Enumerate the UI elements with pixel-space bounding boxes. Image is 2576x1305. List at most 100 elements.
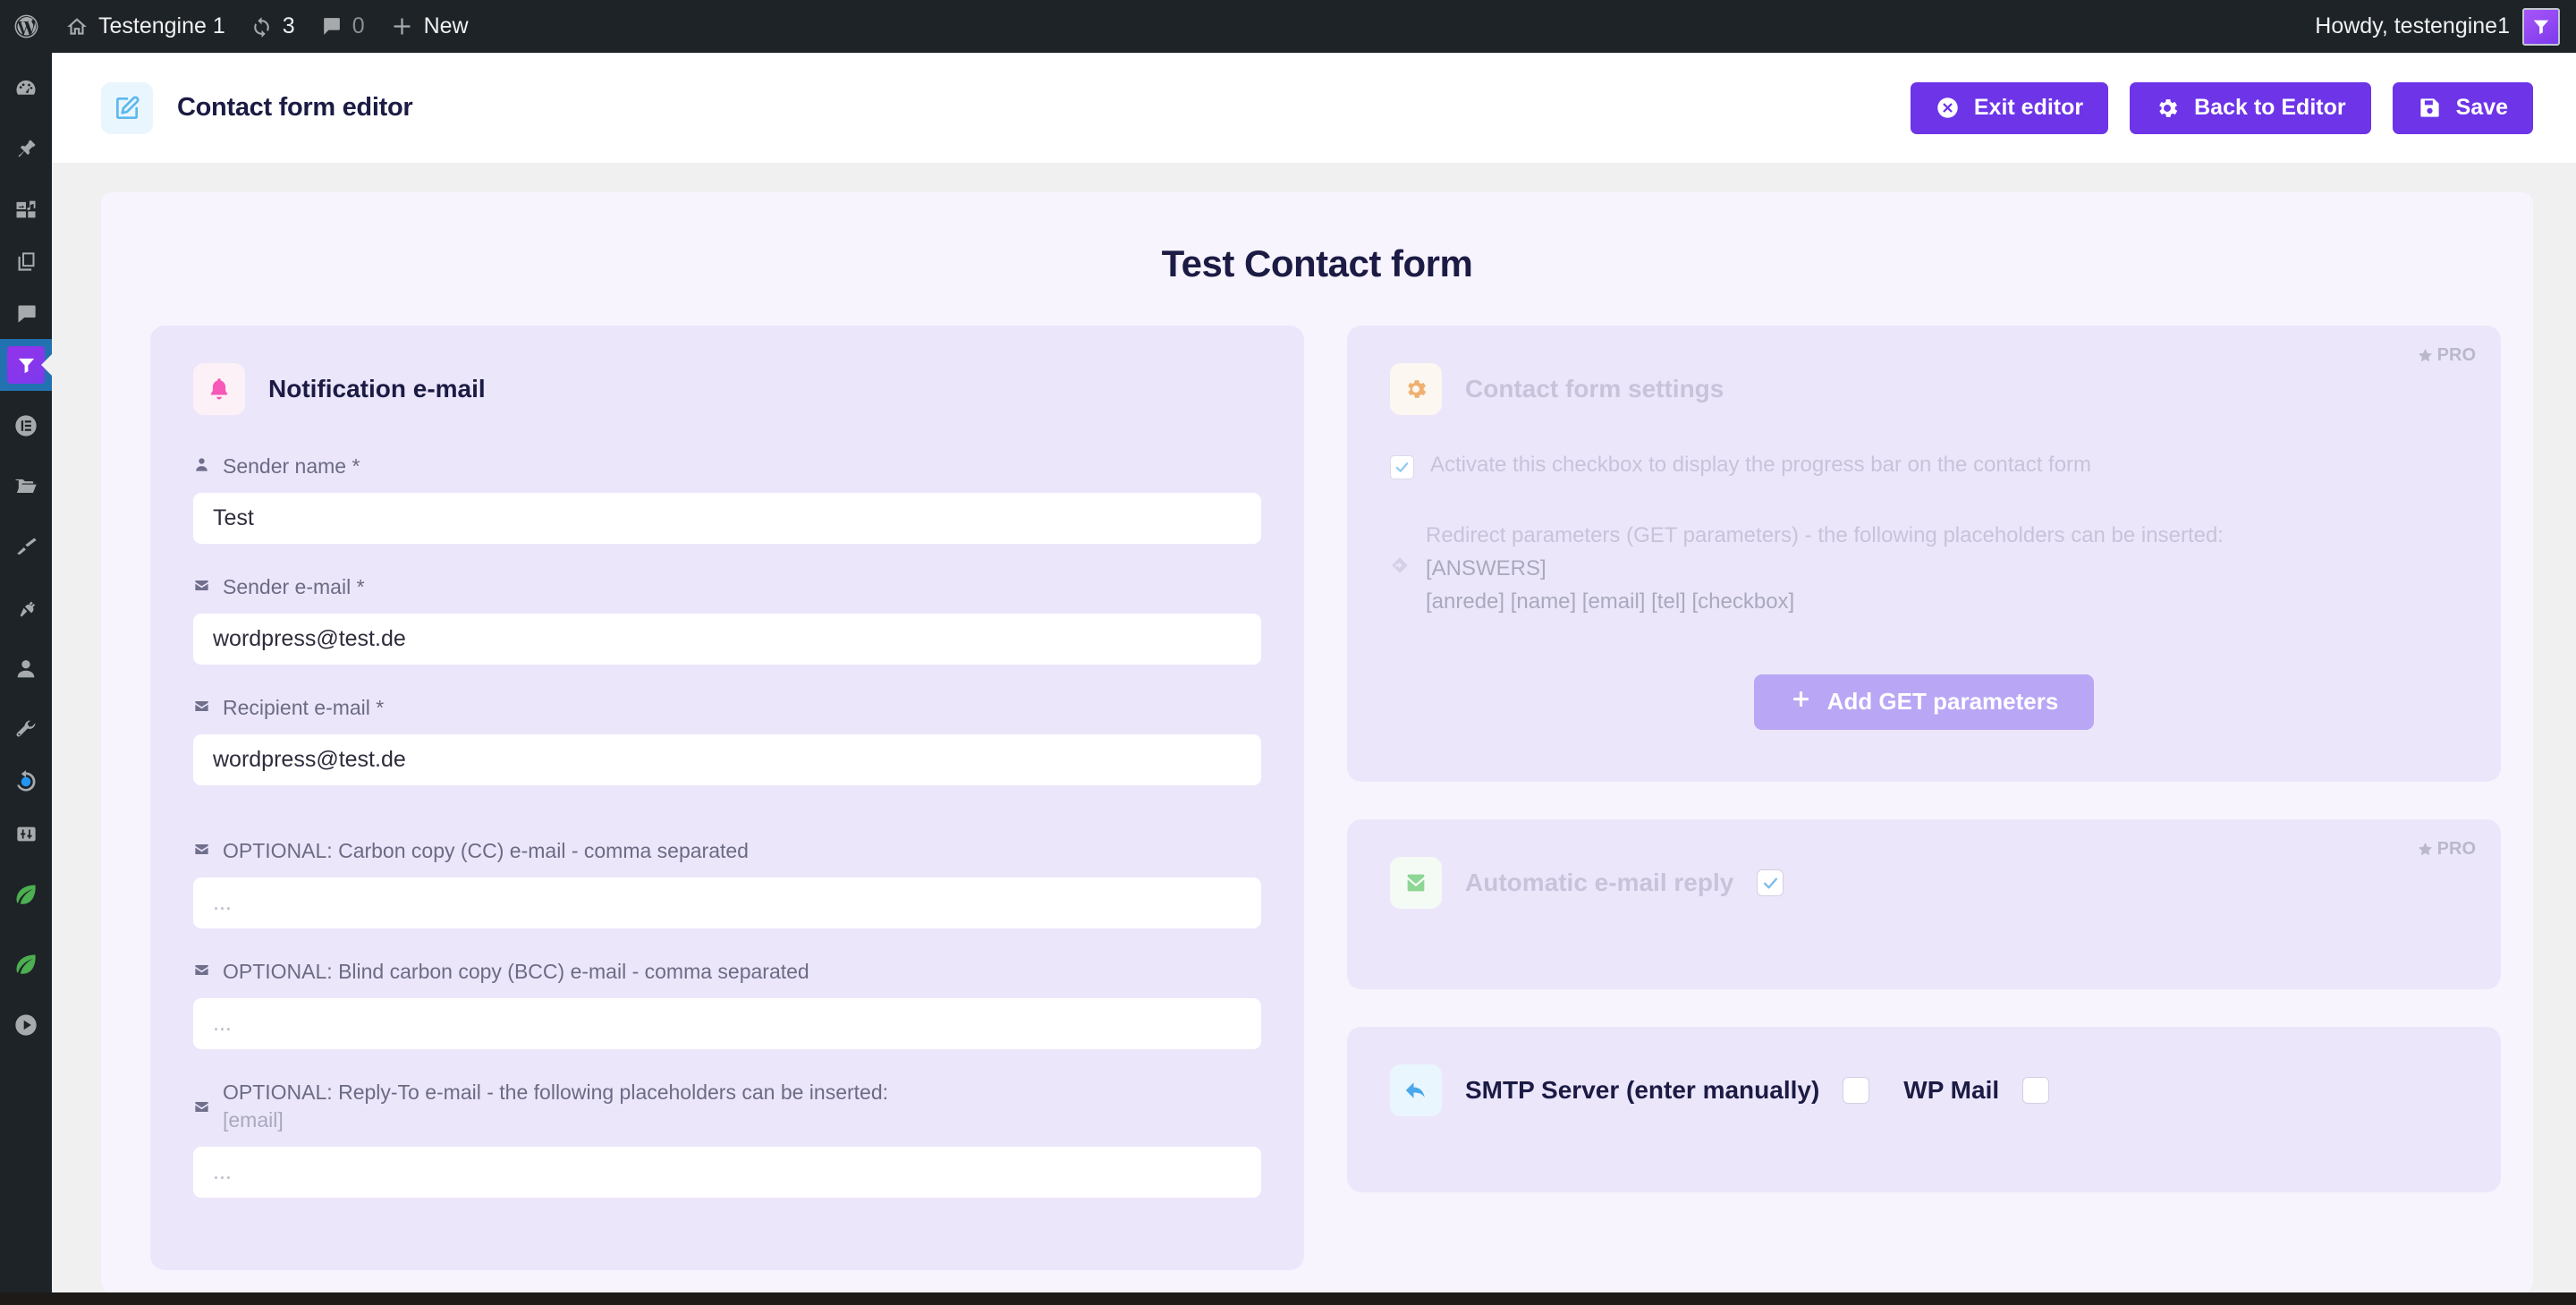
sender-name-input[interactable] <box>193 493 1261 545</box>
auto-reply-checkbox[interactable] <box>1757 869 1784 896</box>
comment-icon <box>14 301 38 326</box>
plugin-header-bar: Contact form editor Exit editor Back to … <box>52 53 2576 163</box>
sidebar-item-plugins[interactable] <box>0 582 52 634</box>
sidebar-item-folders[interactable] <box>0 461 52 513</box>
sender-email-input[interactable] <box>193 614 1261 665</box>
reply-to-placeholder-hint: [email] <box>223 1108 284 1132</box>
wp-mail-label: WP Mail <box>1903 1076 2000 1104</box>
wp-admin-bar: Testengine 1 3 0 New Howdy, testengine1 <box>0 0 2576 53</box>
editor-canvas: Test Contact form Notification e-mail Se… <box>101 192 2533 1292</box>
field-reply-to-email: OPTIONAL: Reply-To e-mail - the followin… <box>193 1079 1261 1199</box>
editor-columns: Notification e-mail Sender name * Test S… <box>101 285 2533 1271</box>
sidebar-item-leaf-plugin-1[interactable] <box>0 860 52 929</box>
wp-admin-sidebar[interactable] <box>0 53 52 1305</box>
page-title: Contact form editor <box>177 93 413 122</box>
pin-icon <box>14 137 38 161</box>
back-to-editor-button[interactable]: Back to Editor <box>2130 81 2371 134</box>
sidebar-item-dashboard[interactable] <box>0 62 52 114</box>
envelope-icon <box>193 1098 210 1115</box>
sliders-icon <box>14 822 38 846</box>
sidebar-item-media[interactable] <box>0 183 52 235</box>
recipient-email-input[interactable] <box>193 734 1261 786</box>
play-circle-icon <box>13 1013 38 1038</box>
updates-icon <box>250 15 273 38</box>
smtp-server-panel: SMTP Server (enter manually) WP Mail <box>1347 1027 2501 1192</box>
redirect-placeholder-answers: [ANSWERS] <box>1426 556 1546 581</box>
smtp-checkbox[interactable] <box>1843 1077 1870 1104</box>
field-bcc-email: OPTIONAL: Blind carbon copy (BCC) e-mail… <box>193 958 1261 1050</box>
field-sender-name: Sender name * <box>193 453 1261 545</box>
sidebar-item-leaf-plugin-2[interactable] <box>0 929 52 999</box>
wp-mail-checkbox[interactable] <box>2022 1077 2050 1104</box>
field-cc-email-label: OPTIONAL: Carbon copy (CC) e-mail - comm… <box>193 837 1261 865</box>
screen-bottom-edge <box>0 1292 2576 1305</box>
progress-bar-checkbox[interactable] <box>1390 455 1414 479</box>
contact-form-title: Test Contact form <box>1161 242 1473 284</box>
bcc-email-input[interactable] <box>193 998 1261 1050</box>
media-icon <box>13 197 38 222</box>
sidebar-item-updates[interactable] <box>0 756 52 808</box>
adminbar-comments[interactable]: 0 <box>308 0 377 53</box>
reply-to-email-input[interactable] <box>193 1147 1261 1199</box>
contact-form-settings-panel: PRO Contact form settings Activate this … <box>1347 326 2501 782</box>
auto-reply-header: Automatic e-mail reply <box>1390 857 2458 909</box>
gear-icon <box>2155 96 2180 121</box>
funnel-avatar-icon[interactable] <box>2522 7 2560 46</box>
pro-badge-label: PRO <box>2436 839 2476 859</box>
auto-reply-title: Automatic e-mail reply <box>1465 869 1734 896</box>
bell-icon <box>193 363 245 415</box>
envelope-icon <box>193 698 210 715</box>
smtp-title: SMTP Server (enter manually) <box>1465 1076 1820 1104</box>
star-icon <box>2417 347 2434 364</box>
field-reply-to-email-label: OPTIONAL: Reply-To e-mail - the followin… <box>193 1079 1261 1134</box>
sidebar-item-users[interactable] <box>0 634 52 704</box>
wp-body: Contact form editor Exit editor Back to … <box>52 53 2576 1292</box>
adminbar-site-name-label: Testengine 1 <box>98 13 225 38</box>
sidebar-item-tools[interactable] <box>0 704 52 756</box>
adminbar-new-label: New <box>423 13 469 38</box>
sidebar-item-media-player-plugin[interactable] <box>0 999 52 1051</box>
right-column: PRO Contact form settings Activate this … <box>1347 326 2501 1270</box>
sidebar-item-posts[interactable] <box>0 114 52 183</box>
save-button[interactable]: Save <box>2392 81 2533 134</box>
close-circle-icon <box>1936 96 1960 120</box>
field-sender-email-label: Sender e-mail * <box>193 573 1261 601</box>
sidebar-item-pages[interactable] <box>0 235 52 287</box>
cc-email-input[interactable] <box>193 877 1261 929</box>
envelope-icon <box>193 962 210 979</box>
pro-badge: PRO <box>2417 345 2476 366</box>
pro-badge-label: PRO <box>2436 345 2476 365</box>
notification-panel-header: Notification e-mail <box>193 363 1261 415</box>
add-get-parameters-button[interactable]: Add GET parameters <box>1753 674 2095 730</box>
adminbar-site-name[interactable]: Testengine 1 <box>53 0 238 53</box>
sidebar-item-appearance[interactable] <box>0 513 52 582</box>
left-column: Notification e-mail Sender name * Test S… <box>150 326 1304 1271</box>
adminbar-howdy-label: Howdy, testengine1 <box>2315 13 2510 38</box>
progress-bar-checkbox-row[interactable]: Activate this checkbox to display the pr… <box>1390 453 2458 479</box>
sidebar-item-elementor[interactable] <box>0 391 52 461</box>
adminbar-new-content[interactable]: New <box>377 0 481 53</box>
add-get-parameters-label: Add GET parameters <box>1826 688 2059 716</box>
adminbar-updates[interactable]: 3 <box>238 0 308 53</box>
comment-icon <box>320 15 343 38</box>
exit-editor-button[interactable]: Exit editor <box>1910 81 2109 134</box>
field-bcc-email-label: OPTIONAL: Blind carbon copy (BCC) e-mail… <box>193 958 1261 986</box>
sidebar-item-funnel-plugin[interactable] <box>0 339 52 391</box>
leaf-icon <box>13 882 38 907</box>
notification-email-panel: Notification e-mail Sender name * Test S… <box>150 326 1304 1271</box>
plus-icon <box>390 14 414 38</box>
adminbar-account-area[interactable]: Howdy, testengine1 <box>2315 7 2576 46</box>
pro-badge: PRO <box>2417 839 2476 860</box>
back-to-editor-label: Back to Editor <box>2194 95 2346 120</box>
wrench-icon <box>13 717 38 742</box>
header-branding: Contact form editor <box>101 81 413 134</box>
exit-editor-label: Exit editor <box>1973 95 2084 120</box>
sidebar-item-comments[interactable] <box>0 287 52 339</box>
field-recipient-email: Recipient e-mail * <box>193 694 1261 786</box>
envelope-icon <box>193 577 210 594</box>
field-sender-name-label: Sender name * <box>193 453 1261 480</box>
sidebar-item-settings[interactable] <box>0 808 52 860</box>
field-sender-email: Sender e-mail * <box>193 573 1261 665</box>
adminbar-wp-logo[interactable] <box>0 0 53 53</box>
progress-bar-checkbox-label: Activate this checkbox to display the pr… <box>1430 453 2092 477</box>
